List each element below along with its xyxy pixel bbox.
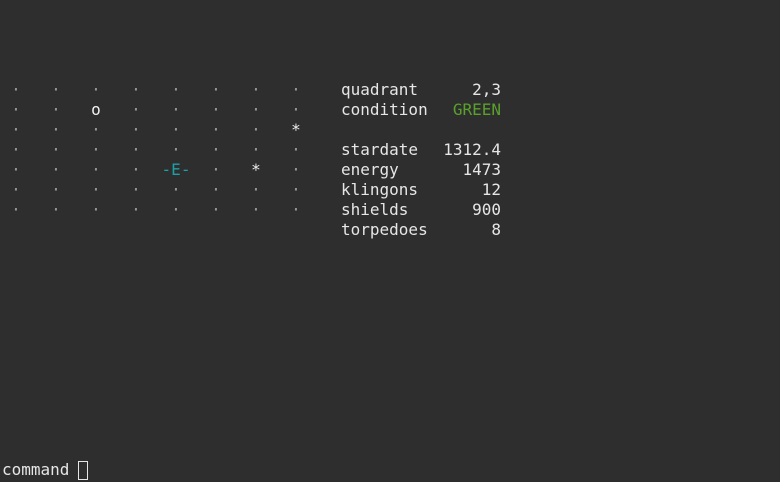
empty-sector: ·: [51, 80, 61, 99]
empty-sector: ·: [91, 120, 101, 139]
empty-sector: ·: [131, 140, 141, 159]
sector-row: · · · · -E- · * ·: [0, 160, 320, 180]
empty-sector: ·: [11, 80, 21, 99]
command-prompt: command: [2, 460, 70, 479]
klingons-value: 12: [481, 180, 501, 199]
empty-sector: ·: [131, 200, 141, 219]
sector-row: · · · · · · · ·: [0, 140, 320, 160]
torpedoes-value: 8: [491, 220, 501, 239]
quadrant-row: quadrant 2,3: [341, 80, 501, 100]
empty-sector: ·: [131, 80, 141, 99]
sector-row: · · · · · · · ·: [0, 80, 320, 100]
empty-sector: ·: [11, 180, 21, 199]
empty-sector: ·: [91, 160, 101, 179]
quadrant-value: 2,3: [472, 80, 501, 99]
condition-value: GREEN: [452, 100, 501, 119]
empty-sector: ·: [291, 140, 301, 159]
empty-sector: ·: [131, 160, 141, 179]
sector-row: · · · · · · · ·: [0, 180, 320, 200]
empty-sector: ·: [11, 140, 21, 159]
sector-row: · · · · · · · *: [0, 120, 320, 140]
condition-label: condition: [341, 100, 428, 119]
sector-grid: · · · · · · · · · · o · · · · · · · · · · · · * · · · · · · · · · · · · -E- ·…: [0, 80, 320, 220]
torpedoes-label: torpedoes: [341, 220, 428, 239]
empty-sector: ·: [291, 80, 301, 99]
status-panel: quadrant 2,3 condition GREEN stardate 13…: [341, 80, 501, 240]
status-spacer: [341, 120, 501, 140]
empty-sector: ·: [171, 100, 181, 119]
empty-sector: ·: [251, 80, 261, 99]
empty-sector: ·: [211, 180, 221, 199]
shields-row: shields 900: [341, 200, 501, 220]
empty-sector: ·: [91, 200, 101, 219]
empty-sector: ·: [171, 180, 181, 199]
sector-row: · · · · · · · ·: [0, 200, 320, 220]
empty-sector: ·: [11, 160, 21, 179]
energy-label: energy: [341, 160, 399, 179]
empty-sector: ·: [51, 200, 61, 219]
empty-sector: ·: [211, 160, 221, 179]
empty-sector: ·: [291, 180, 301, 199]
empty-sector: ·: [91, 80, 101, 99]
shields-label: shields: [341, 200, 409, 219]
energy-value: 1473: [462, 160, 501, 179]
condition-row: condition GREEN: [341, 100, 501, 120]
star-icon: *: [291, 120, 301, 139]
stardate-label: stardate: [341, 140, 419, 159]
empty-sector: ·: [131, 120, 141, 139]
empty-sector: ·: [211, 140, 221, 159]
stardate-value: 1312.4: [443, 140, 501, 159]
quadrant-label: quadrant: [341, 80, 419, 99]
empty-sector: ·: [211, 120, 221, 139]
empty-sector: ·: [251, 140, 261, 159]
klingons-label: klingons: [341, 180, 419, 199]
empty-sector: ·: [291, 160, 301, 179]
energy-row: energy 1473: [341, 160, 501, 180]
empty-sector: ·: [51, 120, 61, 139]
empty-sector: ·: [171, 80, 181, 99]
empty-sector: ·: [51, 180, 61, 199]
empty-sector: ·: [211, 100, 221, 119]
empty-sector: ·: [171, 140, 181, 159]
empty-sector: ·: [251, 180, 261, 199]
starbase-icon: o: [91, 100, 101, 119]
text-cursor[interactable]: [78, 460, 89, 480]
empty-sector: ·: [251, 120, 261, 139]
star-icon: *: [251, 160, 261, 179]
empty-sector: ·: [211, 80, 221, 99]
klingons-row: klingons 12: [341, 180, 501, 200]
empty-sector: ·: [131, 180, 141, 199]
empty-sector: ·: [11, 120, 21, 139]
empty-sector: ·: [291, 200, 301, 219]
sector-row: · · o · · · · ·: [0, 100, 320, 120]
empty-sector: ·: [131, 100, 141, 119]
empty-sector: ·: [91, 140, 101, 159]
empty-sector: ·: [51, 100, 61, 119]
empty-sector: ·: [11, 200, 21, 219]
stardate-row: stardate 1312.4: [341, 140, 501, 160]
empty-sector: ·: [171, 200, 181, 219]
enterprise-ship-icon: -E-: [161, 160, 191, 179]
empty-sector: ·: [251, 200, 261, 219]
empty-sector: ·: [11, 100, 21, 119]
empty-sector: ·: [51, 160, 61, 179]
empty-sector: ·: [171, 120, 181, 139]
empty-sector: ·: [91, 180, 101, 199]
empty-sector: ·: [51, 140, 61, 159]
empty-sector: ·: [291, 100, 301, 119]
empty-sector: ·: [251, 100, 261, 119]
command-line[interactable]: command: [2, 460, 89, 480]
shields-value: 900: [472, 200, 501, 219]
torpedoes-row: torpedoes 8: [341, 220, 501, 240]
empty-sector: ·: [211, 200, 221, 219]
